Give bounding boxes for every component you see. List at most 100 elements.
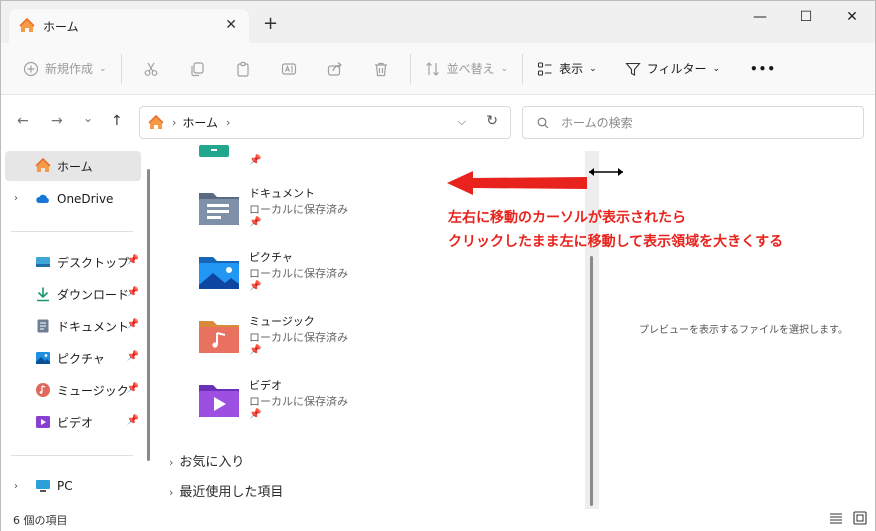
sidebar-item-music[interactable]: ミュージック 📌 [5, 375, 141, 405]
breadcrumb-separator[interactable]: › [226, 116, 230, 129]
folder-name: ピクチャ [249, 251, 293, 264]
desktop-icon [36, 257, 50, 267]
tab-home[interactable]: ホーム ✕ [9, 9, 249, 43]
divider [120, 53, 122, 84]
sidebar-item-label: ピクチャ [57, 351, 105, 366]
sidebar-item-label: ビデオ [57, 415, 94, 430]
pin-icon[interactable]: 📌 [127, 255, 139, 266]
sidebar-item-desktop[interactable]: デスクトップ 📌 [5, 247, 141, 277]
breadcrumb-separator: › [172, 116, 177, 129]
clipboard-icon [236, 61, 249, 77]
pin-icon[interactable]: 📌 [127, 351, 139, 362]
share-icon [327, 61, 342, 76]
view-button-label: 表示 [559, 62, 584, 76]
music-icon [36, 383, 50, 397]
rename-button[interactable] [266, 53, 312, 85]
view-icon [538, 61, 552, 76]
pin-icon[interactable]: 📌 [249, 155, 261, 166]
pin-icon[interactable]: 📌 [249, 409, 261, 420]
sidebar-item-downloads[interactable]: ダウンロード 📌 [5, 279, 141, 309]
pin-icon[interactable]: 📌 [249, 281, 261, 292]
filter-icon [625, 62, 641, 76]
minimize-button[interactable]: — [737, 1, 783, 33]
trash-icon [374, 62, 387, 76]
view-button[interactable]: 表示 ⌄ [529, 53, 605, 85]
title-bar: ホーム ✕ + — ☐ ✕ [1, 1, 875, 43]
folder-icon [199, 145, 229, 157]
explorer-window: ホーム ✕ + — ☐ ✕ 新規作成 ⌄ 並べ替え ⌄ 表示 ⌄ フィルター ⌄… [0, 0, 876, 531]
folder-item-pictures[interactable]: ピクチャ ローカルに保存済み 📌 [197, 247, 497, 309]
search-icon [537, 117, 549, 128]
preview-pane: プレビューを表示するファイルを選択します。 [599, 151, 875, 509]
divider [11, 231, 133, 232]
divider [409, 53, 411, 84]
breadcrumb-home[interactable]: ホーム [182, 114, 218, 131]
sidebar-item-pictures[interactable]: ピクチャ 📌 [5, 343, 141, 373]
new-tab-button[interactable]: + [263, 13, 278, 34]
new-button[interactable]: 新規作成 ⌄ [15, 53, 115, 85]
details-view-icon[interactable] [829, 511, 843, 525]
pin-icon[interactable]: 📌 [249, 345, 261, 356]
refresh-button[interactable]: ↻ [486, 113, 498, 129]
group-recent[interactable]: › 最近使用した項目 [169, 481, 283, 500]
paste-button[interactable] [220, 53, 266, 85]
group-label: 最近使用した項目 [179, 485, 284, 500]
back-button[interactable]: ← [17, 113, 29, 129]
folder-name: ドキュメント [249, 187, 315, 200]
pin-icon[interactable]: 📌 [127, 287, 139, 298]
sidebar-item-onedrive[interactable]: OneDrive [5, 184, 141, 214]
filter-button[interactable]: フィルター ⌄ [617, 53, 728, 85]
tiles-view-icon[interactable] [853, 511, 867, 525]
sidebar-item-label: デスクトップ [57, 255, 130, 270]
new-button-label: 新規作成 [45, 62, 94, 76]
sidebar-item-label: ドキュメント [57, 319, 130, 334]
sidebar-item-home[interactable]: ホーム [5, 151, 141, 181]
content-scrollbar[interactable] [590, 256, 593, 506]
sidebar-item-videos[interactable]: ビデオ 📌 [5, 407, 141, 437]
sidebar-item-label: PC [57, 479, 73, 493]
sidebar-item-documents[interactable]: ドキュメント 📌 [5, 311, 141, 341]
tab-title: ホーム [43, 19, 79, 34]
folder-item-videos[interactable]: ビデオ ローカルに保存済み 📌 [197, 375, 497, 437]
up-button[interactable]: ↑ [111, 113, 123, 129]
tab-close-icon[interactable]: ✕ [225, 17, 237, 33]
sort-icon [425, 61, 439, 76]
close-button[interactable]: ✕ [829, 1, 875, 33]
copy-icon [190, 61, 204, 76]
plus-circle-icon [23, 61, 39, 76]
chevron-down-icon: ⌄ [712, 63, 720, 74]
pin-icon[interactable]: 📌 [249, 217, 261, 228]
divider [522, 53, 524, 84]
pin-icon[interactable]: 📌 [127, 383, 139, 394]
divider [11, 455, 133, 456]
sort-button[interactable]: 並べ替え ⌄ [417, 53, 517, 85]
pin-icon[interactable]: 📌 [127, 415, 139, 426]
folder-status: ローカルに保存済み [249, 203, 348, 216]
picture-icon [36, 352, 50, 364]
maximize-button[interactable]: ☐ [783, 1, 829, 33]
preview-splitter[interactable] [585, 151, 599, 509]
sidebar-item-pc[interactable]: PC [5, 471, 141, 501]
sidebar-scrollbar[interactable] [147, 169, 150, 461]
annotation-line-1: 左右に移動のカーソルが表示されたら [448, 210, 686, 226]
cut-button[interactable] [128, 53, 174, 85]
search-box[interactable]: ホームの検索 [522, 106, 864, 139]
recent-locations-button[interactable]: ⌄ [83, 111, 93, 125]
pin-icon[interactable]: 📌 [127, 319, 139, 330]
resize-cursor-icon [589, 168, 623, 176]
chevron-down-icon: ⌄ [589, 63, 597, 74]
more-options-button[interactable]: ••• [742, 53, 784, 85]
address-bar[interactable]: › ホーム › ⌵ ↻ [139, 106, 511, 139]
forward-button[interactable]: → [51, 113, 63, 129]
address-history-chevron-icon[interactable]: ⌵ [458, 115, 466, 129]
folder-name: ミュージック [249, 315, 315, 328]
item-count: 6 個の項目 [13, 514, 68, 527]
status-bar: 6 個の項目 [1, 509, 875, 531]
copy-button[interactable] [174, 53, 220, 85]
delete-button[interactable] [358, 53, 404, 85]
rename-icon [281, 62, 296, 75]
download-icon [37, 287, 49, 302]
share-button[interactable] [312, 53, 358, 85]
folder-item-music[interactable]: ミュージック ローカルに保存済み 📌 [197, 311, 497, 373]
group-favorites[interactable]: › お気に入り [169, 451, 244, 470]
